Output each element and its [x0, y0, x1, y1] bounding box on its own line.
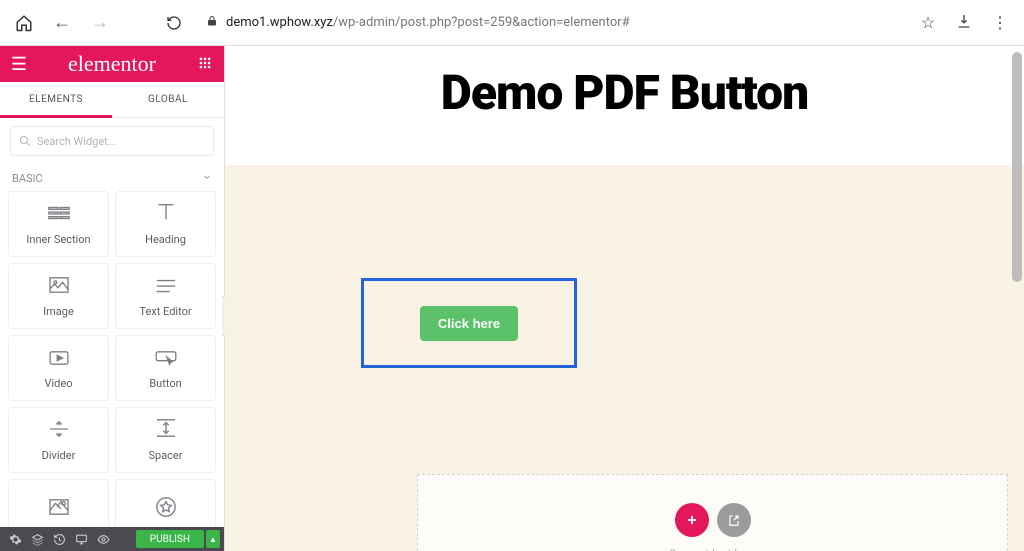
responsive-icon[interactable]: [70, 527, 92, 551]
widget-image[interactable]: Image: [8, 263, 109, 329]
widget-spacer[interactable]: Spacer: [115, 407, 216, 473]
home-button[interactable]: [10, 9, 38, 37]
widget-video[interactable]: Video: [8, 335, 109, 401]
scrollbar-thumb[interactable]: [1012, 52, 1022, 282]
browser-actions: ☆ ⋮: [914, 13, 1014, 33]
drop-text: Drag widget here: [669, 547, 756, 551]
panel-header: ☰ elementor: [0, 46, 224, 82]
widget-label: Text Editor: [139, 305, 191, 318]
widget-label: Button: [149, 377, 181, 390]
download-icon[interactable]: [950, 13, 978, 33]
search-icon: [19, 135, 31, 147]
columns-icon: [48, 203, 70, 227]
tab-elements[interactable]: ELEMENTS: [0, 82, 112, 117]
video-icon: [48, 347, 70, 371]
add-template-button[interactable]: [717, 503, 751, 537]
search-input[interactable]: Search Widget...: [10, 126, 214, 156]
url-bar[interactable]: demo1.wphow.xyz/wp-admin/post.php?post=2…: [198, 15, 904, 30]
heading-icon: [155, 202, 177, 227]
add-section-button[interactable]: [675, 503, 709, 537]
search-placeholder: Search Widget...: [37, 135, 116, 148]
forward-button: →: [86, 9, 114, 37]
history-icon[interactable]: [48, 527, 70, 551]
widget-grid: Inner Section Heading Image Text Editor …: [0, 191, 224, 545]
apps-icon[interactable]: [194, 55, 216, 74]
spacer-icon: [155, 418, 177, 443]
back-button[interactable]: ←: [48, 9, 76, 37]
map-icon: [48, 497, 70, 521]
app-body: ☰ elementor ELEMENTS GLOBAL Search Widge…: [0, 46, 1024, 551]
category-label: BASIC: [12, 172, 43, 185]
navigator-icon[interactable]: [26, 527, 48, 551]
page-header: Demo PDF Button: [225, 46, 1024, 165]
editor-canvas: Demo PDF Button Click here Drag widget h…: [225, 46, 1024, 551]
settings-icon[interactable]: [4, 527, 26, 551]
widget-divider[interactable]: Divider: [8, 407, 109, 473]
reload-button[interactable]: [160, 9, 188, 37]
kebab-menu-icon[interactable]: ⋮: [986, 13, 1014, 32]
panel-footer: PUBLISH ▲: [0, 527, 224, 551]
widget-inner-section[interactable]: Inner Section: [8, 191, 109, 257]
demo-button[interactable]: Click here: [420, 306, 518, 341]
preview-icon[interactable]: [92, 527, 114, 551]
button-icon: [154, 347, 178, 371]
divider-icon: [48, 419, 70, 443]
lock-icon: [206, 15, 218, 30]
page-title: Demo PDF Button: [225, 64, 1024, 121]
url-domain: demo1.wphow.xyz: [226, 15, 333, 30]
widget-label: Heading: [145, 233, 186, 246]
widget-button[interactable]: Button: [115, 335, 216, 401]
brand-logo: elementor: [68, 51, 156, 77]
drop-area[interactable]: Drag widget here: [417, 474, 1008, 551]
widget-label: Video: [45, 377, 73, 390]
category-basic[interactable]: BASIC: [0, 164, 224, 191]
widget-label: Inner Section: [26, 233, 90, 246]
hamburger-icon[interactable]: ☰: [8, 54, 30, 75]
url-path: /wp-admin/post.php?post=259&action=eleme…: [333, 15, 630, 30]
publish-dropdown[interactable]: ▲: [206, 530, 220, 548]
publish-button[interactable]: PUBLISH: [136, 530, 204, 548]
star-circle-icon: [155, 496, 177, 523]
widget-label: Spacer: [148, 449, 182, 462]
panel-tabs: ELEMENTS GLOBAL: [0, 82, 224, 118]
browser-toolbar: ← → demo1.wphow.xyz/wp-admin/post.php?po…: [0, 0, 1024, 46]
star-icon[interactable]: ☆: [914, 13, 942, 32]
text-editor-icon: [155, 275, 177, 299]
tab-global[interactable]: GLOBAL: [112, 82, 224, 117]
widget-heading[interactable]: Heading: [115, 191, 216, 257]
widget-label: Image: [43, 305, 74, 318]
widget-label: Divider: [42, 449, 76, 462]
elementor-panel: ☰ elementor ELEMENTS GLOBAL Search Widge…: [0, 46, 225, 551]
scrollbar[interactable]: [1010, 46, 1024, 551]
selected-button-widget[interactable]: Click here: [361, 278, 577, 368]
widget-text-editor[interactable]: Text Editor: [115, 263, 216, 329]
image-icon: [48, 275, 70, 299]
chevron-down-icon: [202, 172, 212, 185]
